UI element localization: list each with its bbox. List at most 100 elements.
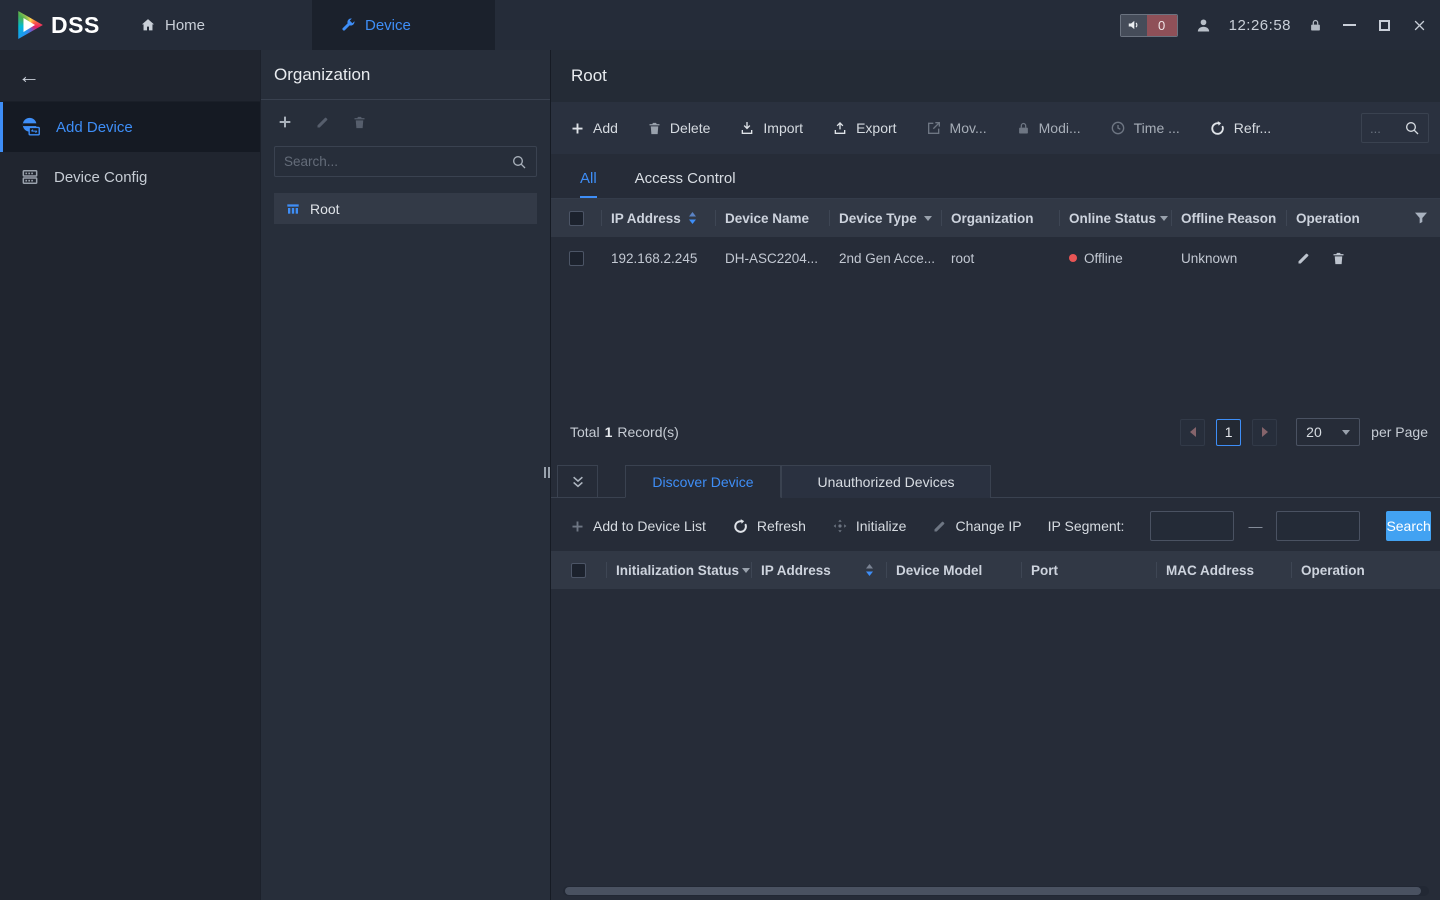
tab-home[interactable]: Home [134,0,264,50]
minimize-button[interactable] [1340,16,1358,34]
col-organization: Organization [941,199,1059,237]
trash-icon [647,121,662,136]
tab-device[interactable]: Device [312,0,495,50]
discover-tab-bar: Discover Device Unauthorized Devices [551,465,1440,498]
edit-icon[interactable] [1296,251,1311,266]
organization-panel: Organization Root [260,50,550,900]
device-search-box [1361,113,1429,143]
organization-title: Organization [261,50,550,100]
tab-all[interactable]: All [580,170,597,198]
sort-icon[interactable] [865,563,874,577]
lock-icon[interactable] [1308,18,1323,33]
col-device-type[interactable]: Device Type [829,199,941,237]
table-row[interactable]: 192.168.2.245 DH-ASC2204... 2nd Gen Acce… [551,237,1440,279]
organization-search-input[interactable] [284,154,505,169]
back-arrow-icon[interactable]: ← [18,63,40,89]
sidebar-item-add-device[interactable]: Add Device [0,102,260,152]
next-arrow-icon [1261,427,1268,437]
export-icon [832,120,848,136]
cell-online-status: Offline [1059,237,1171,279]
page-size-select[interactable]: 20 [1296,418,1361,446]
chevron-down-icon [923,215,932,221]
speaker-icon [1120,14,1147,36]
filter-icon[interactable] [1401,199,1440,237]
top-bar: DSS Home Device 0 12:26:58 [0,0,1440,50]
discover-table-header: Initialization Status IP Address Device … [551,551,1440,589]
cell-organization: root [951,250,975,266]
move-to-button[interactable]: Mov... [926,120,987,136]
initialize-icon [832,518,848,534]
search-icon[interactable] [1404,120,1420,136]
export-button[interactable]: Export [832,120,897,136]
cell-offline-reason: Unknown [1181,250,1238,266]
edit-org-button[interactable] [315,115,330,130]
left-sidebar: ← Add Device Device Config [0,50,260,900]
refresh-discover-button[interactable]: Refresh [732,518,806,535]
cell-operation [1286,237,1401,279]
tab-discover-device[interactable]: Discover Device [625,465,781,498]
search-button[interactable]: Search [1386,511,1431,541]
tab-home-label: Home [165,16,206,34]
alarm-sound-control[interactable]: 0 [1119,13,1178,37]
maximize-button[interactable] [1375,16,1393,34]
delete-org-button[interactable] [352,115,367,130]
page-number-button[interactable]: 1 [1216,418,1242,446]
dss-logo-icon [18,11,43,39]
tree-node-root[interactable]: Root [274,193,537,224]
trash-icon[interactable] [1331,251,1346,266]
col-device-name: Device Name [715,199,829,237]
cell-device-type: 2nd Gen Acce... [839,250,936,266]
plus-icon [570,519,585,534]
padlock-icon [1016,121,1031,136]
device-type-tabs: All Access Control [551,154,1440,199]
delete-button[interactable]: Delete [647,120,710,136]
wrench-icon [340,17,356,33]
col-ip-address[interactable]: IP Address [601,199,715,237]
per-page-label: per Page [1371,424,1428,440]
next-page-button[interactable] [1252,418,1278,446]
select-all-checkbox[interactable] [551,551,606,589]
row-checkbox[interactable] [551,237,601,279]
organization-search-box [274,146,537,177]
sort-icon[interactable] [688,211,697,225]
tab-access-control[interactable]: Access Control [635,170,736,198]
user-icon[interactable] [1195,17,1212,34]
chevron-down-icon [1342,429,1351,435]
add-device-button[interactable]: Add [570,120,618,136]
ip-segment-start-input[interactable] [1150,511,1235,541]
sidebar-item-device-config[interactable]: Device Config [0,152,260,202]
tree-node-label: Root [310,200,340,217]
collapse-panel-button[interactable] [557,465,598,498]
import-button[interactable]: Import [739,120,803,136]
dss-logo: DSS [16,0,100,50]
sidebar-header: ← [0,50,260,102]
device-table-header: IP Address Device Name Device Type Organ… [551,199,1440,237]
col-initialization-status[interactable]: Initialization Status [606,551,751,589]
total-records-text: Total 1 Record(s) [570,424,679,440]
add-to-device-list-button[interactable]: Add to Device List [570,518,706,534]
close-icon[interactable] [1410,16,1428,34]
change-ip-button[interactable]: Change IP [932,518,1022,534]
clock-icon [1110,120,1126,136]
modify-password-button[interactable]: Modi... [1016,120,1081,136]
col-online-status[interactable]: Online Status [1059,199,1171,237]
search-icon[interactable] [511,154,527,170]
ip-segment-end-input[interactable] [1276,511,1361,541]
panel-resize-grip[interactable] [544,467,552,478]
sidebar-item-label: Device Config [54,168,148,186]
tab-unauthorized-devices[interactable]: Unauthorized Devices [781,465,991,498]
device-search-input[interactable] [1370,120,1400,136]
initialize-button[interactable]: Initialize [832,518,906,534]
col-ip-address[interactable]: IP Address [751,551,886,589]
time-zone-button[interactable]: Time ... [1110,120,1180,136]
col-operation: Operation [1286,199,1401,237]
refresh-button[interactable]: Refr... [1209,120,1271,137]
horizontal-scrollbar-thumb[interactable] [565,887,1421,895]
plus-icon [570,121,585,136]
dss-logo-text: DSS [51,11,100,38]
prev-page-button[interactable] [1180,418,1206,446]
ip-segment-label: IP Segment: [1047,518,1125,534]
select-all-checkbox[interactable] [551,199,601,237]
page-title: Root [551,50,1440,102]
add-org-button[interactable] [277,114,293,130]
